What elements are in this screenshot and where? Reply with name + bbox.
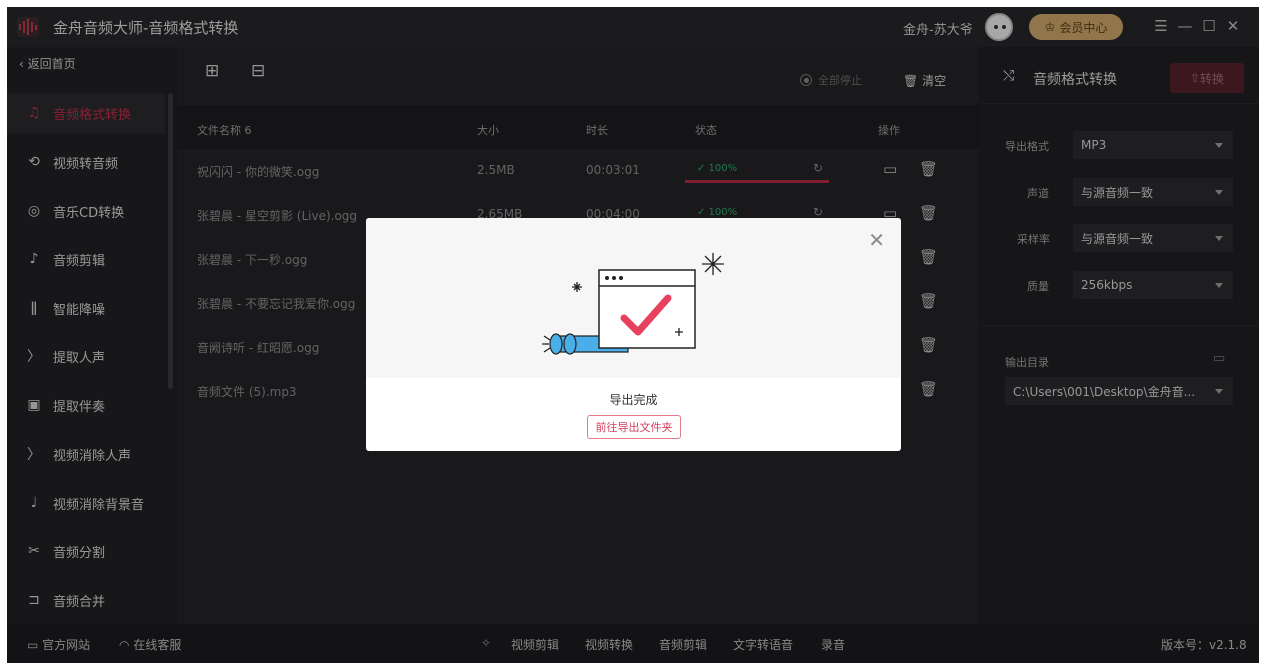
export-complete-dialog: ✕ 导出完成 前往导出文件夹 [366, 218, 901, 451]
browser-window-icon [598, 269, 696, 349]
dialog-illustration-area [366, 218, 901, 378]
success-illustration [542, 253, 724, 355]
dialog-close-icon[interactable]: ✕ [868, 228, 885, 252]
app-window: 金舟音频大师-音频格式转换 金舟-苏大爷 ♔ 会员中心 ☰ — ☐ ✕ ‹ 返回… [7, 7, 1259, 663]
dialog-message: 导出完成 [609, 393, 658, 407]
open-export-folder-button[interactable]: 前往导出文件夹 [587, 415, 681, 439]
